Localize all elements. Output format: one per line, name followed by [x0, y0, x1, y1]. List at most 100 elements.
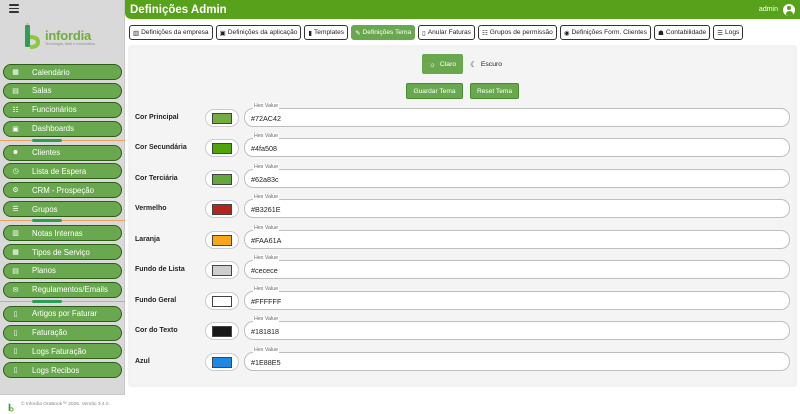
color-label: Fundo de Lista: [135, 266, 185, 273]
hex-value-input[interactable]: Hex Value #181818: [244, 316, 790, 340]
hex-value-text: #FFFFFF: [251, 297, 282, 306]
color-row: Cor Principal Hex Value #72AC42: [128, 103, 797, 129]
theme-dark-label: Escuro: [480, 60, 503, 68]
hex-value-input[interactable]: Hex Value #cecece: [244, 255, 790, 279]
color-label: Laranja: [135, 236, 160, 243]
color-swatch: [212, 112, 232, 124]
group-separator: [0, 299, 125, 305]
clients-icon: ☻: [11, 149, 20, 157]
sidebar-item-artigos[interactable]: ▯ Artigos por Faturar: [3, 305, 122, 322]
hex-value-label: Hex Value: [253, 347, 280, 354]
hex-value-label: Hex Value: [253, 133, 280, 140]
tab-templates[interactable]: ▮ Templates: [304, 25, 349, 40]
clock-icon: ◷: [12, 168, 19, 176]
hex-value-input[interactable]: Hex Value #72AC42: [244, 103, 790, 127]
theme-light-label: Claro: [439, 60, 457, 68]
sidebar-item-calendario[interactable]: ▦ Calendário: [3, 64, 122, 80]
app-icon: ▣: [219, 29, 226, 37]
app-header: Definições Admin admin: [125, 0, 800, 19]
sidebar: infordia Tecnologia, Web e Informática ▦…: [0, 0, 125, 414]
theme-light-option[interactable]: ☼ Claro: [422, 54, 464, 74]
save-theme-button[interactable]: Guardar Tema: [406, 83, 463, 99]
color-picker-button[interactable]: [205, 292, 239, 310]
service-icon: ▦: [12, 249, 19, 257]
color-row: Azul Hex Value #1E88E5: [128, 347, 797, 373]
sidebar-item-funcionarios[interactable]: ☷ Funcionários: [3, 101, 122, 118]
tab-contabilidade[interactable]: ☗ Contabilidade: [654, 25, 711, 40]
sidebar-item-label: Dashboards: [32, 124, 75, 134]
sidebar-item-dashboards[interactable]: ▣ Dashboards: [3, 120, 122, 137]
color-swatch: [212, 142, 232, 154]
tab-label: Grupos de permissão: [489, 29, 553, 36]
user-menu[interactable]: admin: [759, 3, 795, 16]
sidebar-item-label: Artigos por Faturar: [32, 309, 97, 319]
sidebar-item-planos[interactable]: ▤ Planos: [3, 262, 122, 279]
sidebar-item-clientes[interactable]: ☻ Clientes: [3, 144, 122, 161]
sidebar-item-label: Regulamentos/Emails: [32, 285, 108, 295]
sidebar-item-label: Notas Internas: [32, 228, 83, 238]
color-picker-button[interactable]: [205, 109, 239, 127]
hex-value-input[interactable]: Hex Value #B3261E: [244, 194, 790, 218]
accounting-icon: ☗: [658, 29, 664, 37]
employees-icon: ☷: [12, 106, 19, 114]
hex-value-text: #62a83c: [251, 175, 279, 184]
groups-icon: ☰: [12, 206, 19, 214]
hex-value-text: #B3261E: [251, 205, 281, 214]
group-separator: [0, 138, 125, 144]
hex-value-label: Hex Value: [253, 164, 280, 171]
tab-definicoes-aplicacao[interactable]: ▣ Definições da aplicação: [215, 25, 302, 40]
color-picker-button[interactable]: [205, 200, 239, 218]
color-picker-button[interactable]: [205, 231, 239, 249]
hex-value-input[interactable]: Hex Value #1E88E5: [244, 347, 790, 371]
mail-icon: ✉: [12, 286, 19, 294]
hex-value-input[interactable]: Hex Value #FFFFFF: [244, 286, 790, 310]
color-label: Azul: [135, 358, 150, 365]
logo-tagline: Tecnologia, Web e Informática: [45, 42, 95, 46]
tab-form-clientes[interactable]: ◉ Definições Form. Clientes: [559, 25, 652, 40]
sidebar-item-faturacao[interactable]: ▯ Faturação: [3, 324, 122, 341]
color-swatch: [212, 264, 232, 276]
rooms-icon: ▤: [12, 87, 19, 95]
tab-logs[interactable]: ☰ Logs: [713, 25, 744, 40]
tab-anular-faturas[interactable]: ▯ Anular Faturas: [418, 25, 475, 40]
sidebar-item-regulamentos[interactable]: ✉ Regulamentos/Emails: [3, 281, 122, 298]
sun-icon: ☼: [429, 59, 436, 69]
color-picker-button[interactable]: [205, 170, 239, 188]
hex-value-text: #FAA61A: [251, 236, 282, 245]
hex-value-label: Hex Value: [253, 286, 280, 293]
tab-definicoes-empresa[interactable]: ▥ Definições da empresa: [129, 25, 213, 40]
sidebar-item-grupos[interactable]: ☰ Grupos: [3, 201, 122, 218]
color-picker-button[interactable]: [205, 353, 239, 371]
reset-theme-button[interactable]: Reset Tema: [470, 83, 519, 99]
hex-value-input[interactable]: Hex Value #FAA61A: [244, 225, 790, 249]
color-picker-button[interactable]: [205, 322, 239, 340]
tab-grupos-permissao[interactable]: ☷ Grupos de permissão: [477, 25, 557, 40]
invoice-icon: ▯: [13, 329, 18, 337]
color-picker-button[interactable]: [205, 261, 239, 279]
sidebar-item-crm[interactable]: ⚙ CRM - Prospeção: [3, 182, 122, 199]
sidebar-footer: © Infordia OraBook™ 2026. Versão 3.4.0.: [0, 394, 125, 414]
notes-icon: ▥: [12, 230, 19, 238]
hex-value-input[interactable]: Hex Value #4fa508: [244, 133, 790, 157]
hamburger-menu-icon[interactable]: [9, 4, 19, 13]
color-swatch: [212, 203, 232, 215]
sidebar-item-tipos-servico[interactable]: ▦ Tipos de Serviço: [3, 244, 122, 261]
tab-definicoes-tema[interactable]: ✎ Definições Tema: [351, 25, 416, 40]
logo-name: infordia: [45, 28, 92, 43]
theme-dark-option[interactable]: ☾ Escuro: [463, 54, 509, 74]
receipt-icon: ▯: [13, 367, 18, 375]
hex-value-text: #1E88E5: [251, 358, 281, 367]
sidebar-item-logs-faturacao[interactable]: ▯ Logs Faturação: [3, 343, 122, 360]
color-row: Laranja Hex Value #FAA61A: [128, 225, 797, 251]
file-x-icon: ▯: [422, 29, 426, 37]
sidebar-item-notas-internas[interactable]: ▥ Notas Internas: [3, 225, 122, 242]
sidebar-item-lista-espera[interactable]: ◷ Lista de Espera: [3, 163, 122, 180]
tab-label: Definições da empresa: [141, 29, 209, 36]
sidebar-item-salas[interactable]: ▤ Salas: [3, 82, 122, 99]
sidebar-item-logs-recibos[interactable]: ▯ Logs Recibos: [3, 362, 122, 379]
theme-mode-toggle: ☼ Claro ☾ Escuro: [422, 54, 509, 74]
sidebar-item-label: Tipos de Serviço: [32, 247, 90, 257]
hex-value-input[interactable]: Hex Value #62a83c: [244, 164, 790, 188]
calendar-icon: ▦: [12, 69, 19, 76]
color-picker-button[interactable]: [205, 139, 239, 157]
